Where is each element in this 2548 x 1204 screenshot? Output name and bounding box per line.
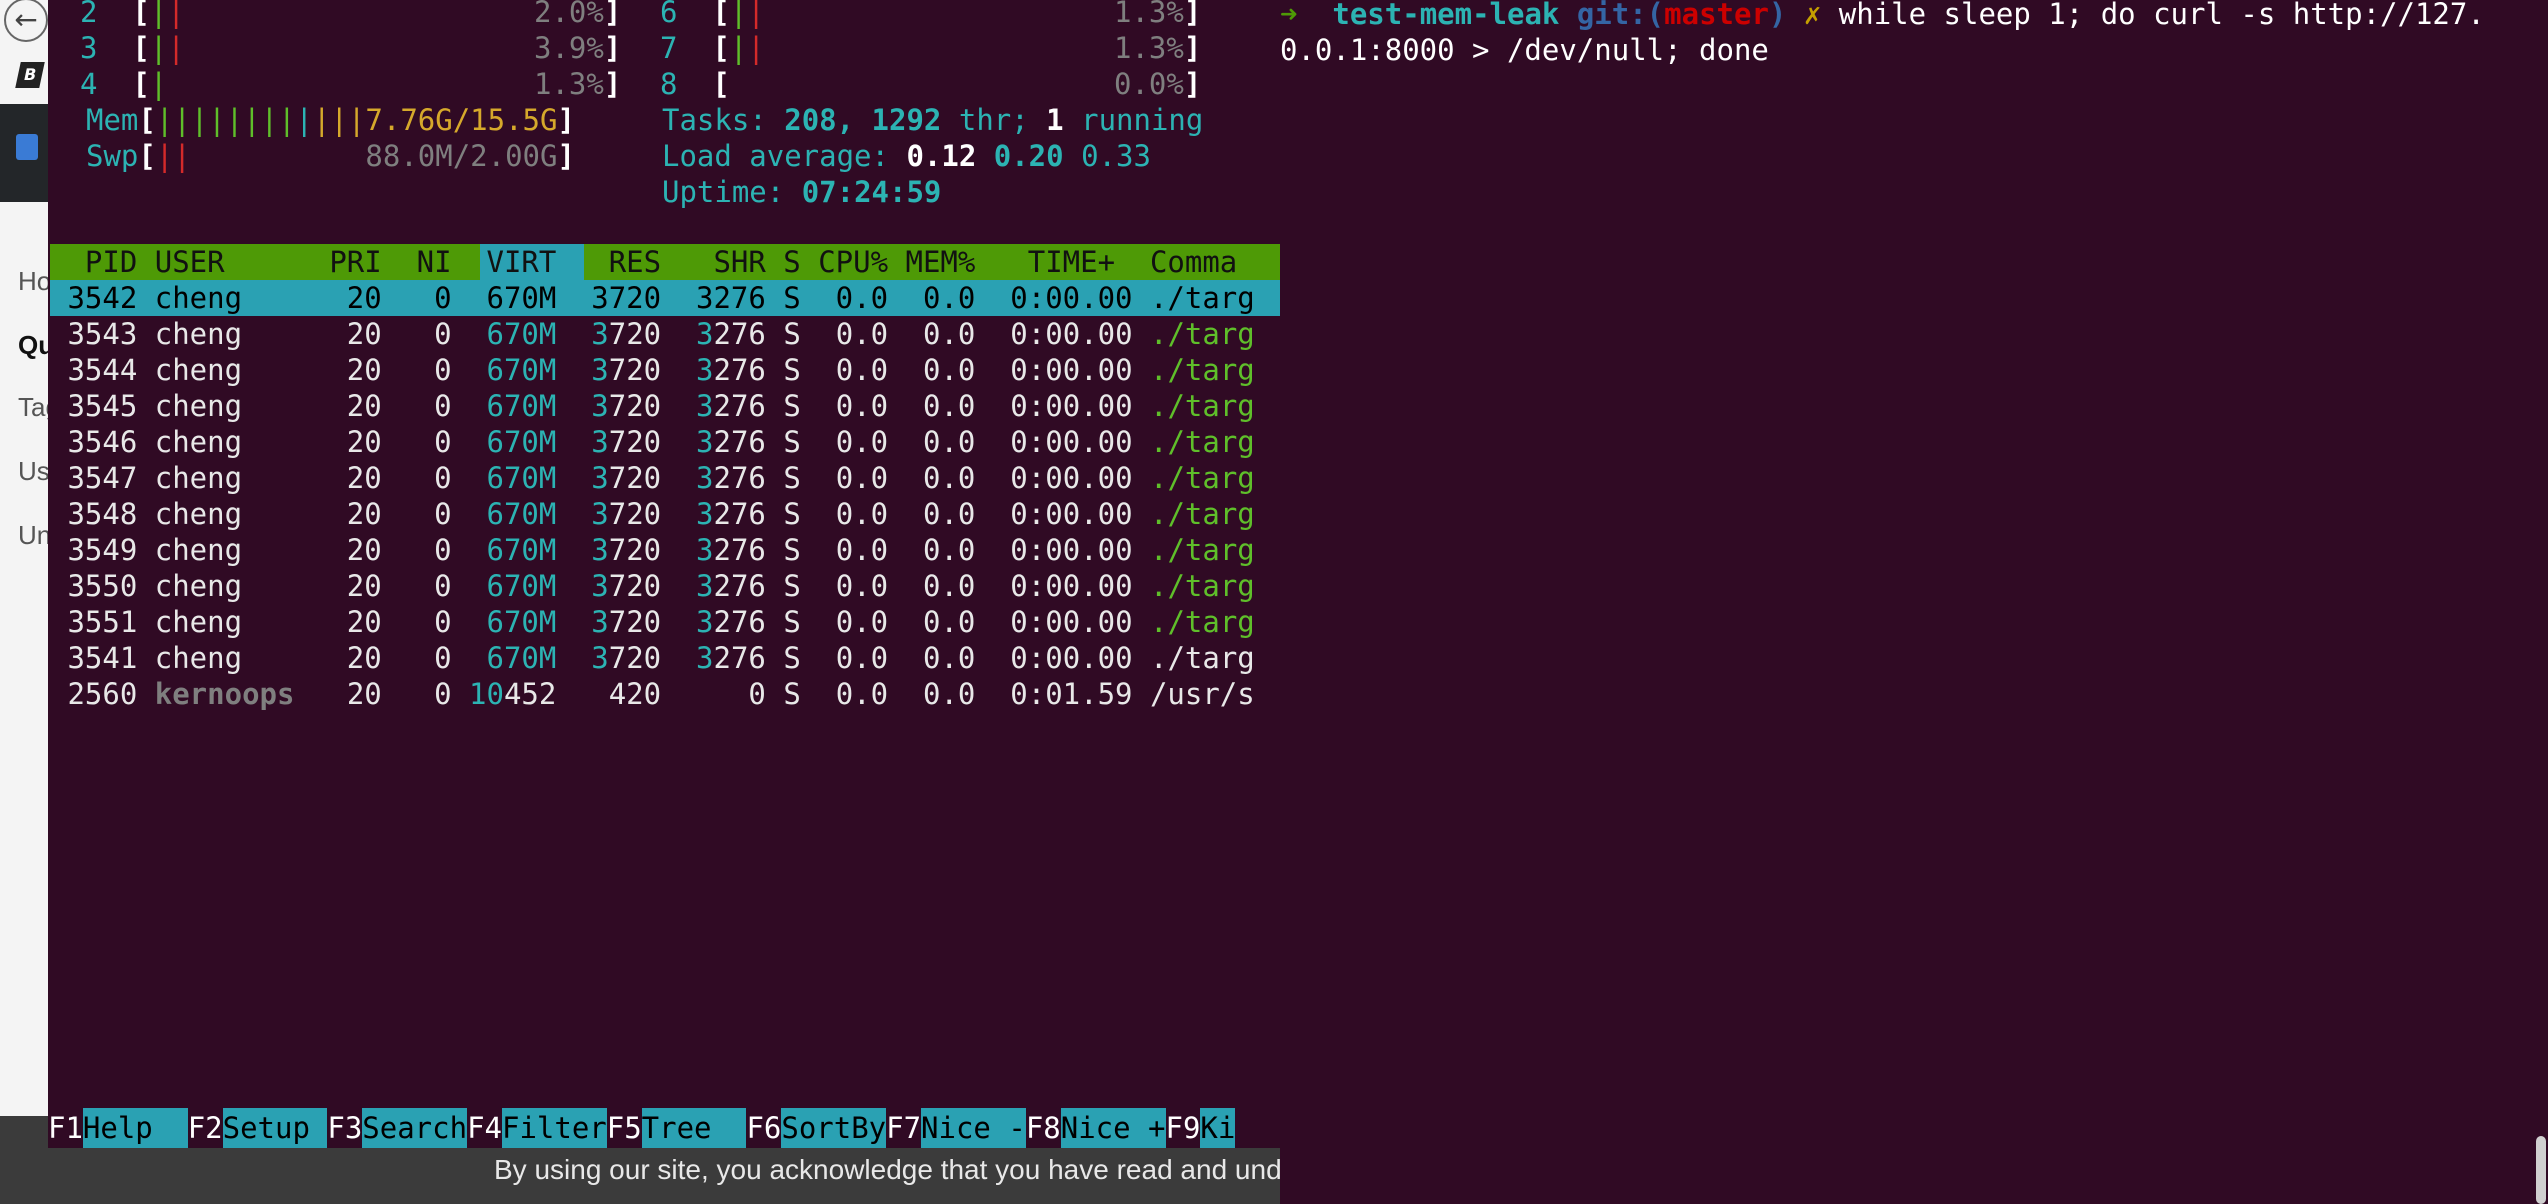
cpu-meter-3: 3 [|| 3.9%] — [80, 31, 622, 65]
process-row-text: 3549 cheng 20 0 670M 3720 3276 S 0.0 0.0… — [50, 533, 1255, 567]
fkey-label[interactable]: Tree — [641, 1108, 747, 1148]
process-row[interactable]: 3549 cheng 20 0 670M 3720 3276 S 0.0 0.0… — [50, 532, 1280, 568]
process-row-text: 3545 cheng 20 0 670M 3720 3276 S 0.0 0.0… — [50, 389, 1255, 423]
process-row-text: 3546 cheng 20 0 670M 3720 3276 S 0.0 0.0… — [50, 425, 1255, 459]
tasks-summary: Tasks: 208, 1292 thr; 1 running — [662, 103, 1204, 137]
process-row-text: 3550 cheng 20 0 670M 3720 3276 S 0.0 0.0… — [50, 569, 1255, 603]
back-arrow-icon[interactable]: ← — [4, 0, 48, 42]
fkey-label[interactable]: Nice - — [921, 1108, 1026, 1148]
fkey-f3[interactable]: F3 — [327, 1111, 362, 1145]
process-row[interactable]: 3547 cheng 20 0 670M 3720 3276 S 0.0 0.0… — [50, 460, 1280, 496]
process-row-text: 3547 cheng 20 0 670M 3720 3276 S 0.0 0.0… — [50, 461, 1255, 495]
process-row[interactable]: 3545 cheng 20 0 670M 3720 3276 S 0.0 0.0… — [50, 388, 1280, 424]
uptime: Uptime: 07:24:59 — [662, 175, 942, 209]
process-row[interactable]: 3550 cheng 20 0 670M 3720 3276 S 0.0 0.0… — [50, 568, 1280, 604]
shell-prompt-line: ➜ test-mem-leak git:(master) ✗ while sle… — [1280, 0, 2485, 31]
nav-item-tags[interactable]: Tag — [18, 392, 48, 423]
prompt-directory: test-mem-leak — [1332, 0, 1560, 31]
process-row-text: 3542 cheng 20 0 670M 3720 3276 S 0.0 0.0… — [50, 281, 1255, 315]
process-row-text: 3541 cheng 20 0 670M 3720 3276 S 0.0 0.0… — [50, 641, 1255, 675]
cpu-meter-4: 4 [| 1.3%] — [80, 67, 622, 101]
cpu-meter-6: 6 [|| 1.3%] — [660, 0, 1202, 29]
cpu-meter-2: 2 [|| 2.0%] — [80, 0, 622, 29]
menu-icon[interactable] — [16, 134, 38, 160]
nav-item-unanswered[interactable]: Un — [18, 520, 48, 551]
fkey-label[interactable]: Setup — [222, 1108, 328, 1148]
htop-pane[interactable]: 2 [|| 2.0%] 3 [|| 3.9%] 4 [| 1.3%] 6 [||… — [48, 0, 1280, 1148]
fkey-label[interactable]: Nice + — [1060, 1108, 1166, 1148]
fkey-label[interactable]: Ki — [1200, 1108, 1236, 1148]
column-headers[interactable]: PID USER PRI NI VIRT RES SHR S CPU% MEM%… — [50, 244, 1237, 280]
process-row-text: 2560 kernoops 20 0 10452 420 0 S 0.0 0.0… — [50, 677, 1255, 711]
cpu-meter-7: 7 [|| 1.3%] — [660, 31, 1202, 65]
fkey-label[interactable]: Help — [82, 1108, 188, 1148]
process-row[interactable]: 3546 cheng 20 0 670M 3720 3276 S 0.0 0.0… — [50, 424, 1280, 460]
swap-meter: Swp[|| 88.0M/2.00G] — [86, 139, 575, 173]
fkey-f6[interactable]: F6 — [746, 1111, 781, 1145]
fkey-label[interactable]: SortBy — [781, 1108, 887, 1148]
fkey-label[interactable]: Search — [362, 1108, 468, 1148]
process-row[interactable]: 3548 cheng 20 0 670M 3720 3276 S 0.0 0.0… — [50, 496, 1280, 532]
process-row-text: 3544 cheng 20 0 670M 3720 3276 S 0.0 0.0… — [50, 353, 1255, 387]
site-topbar — [0, 104, 48, 202]
fkey-f4[interactable]: F4 — [467, 1111, 502, 1145]
process-row[interactable]: 3541 cheng 20 0 670M 3720 3276 S 0.0 0.0… — [50, 640, 1280, 676]
cookie-banner-text: By using our site, you acknowledge that … — [494, 1154, 1360, 1185]
fkey-f5[interactable]: F5 — [607, 1111, 642, 1145]
prompt-arrow-icon: ➜ — [1280, 0, 1298, 31]
function-key-bar[interactable]: F1Help F2Setup F3SearchF4FilterF5Tree F6… — [48, 1108, 1236, 1148]
load-average: Load average: 0.12 0.20 0.33 — [662, 139, 1151, 173]
process-row[interactable]: 2560 kernoops 20 0 10452 420 0 S 0.0 0.0… — [50, 676, 1280, 712]
process-row[interactable]: 3544 cheng 20 0 670M 3720 3276 S 0.0 0.0… — [50, 352, 1280, 388]
git-dirty-icon: ✗ — [1803, 0, 1822, 31]
fkey-f7[interactable]: F7 — [886, 1111, 921, 1145]
process-row[interactable]: 3551 cheng 20 0 670M 3720 3276 S 0.0 0.0… — [50, 604, 1280, 640]
site-logo-icon: B — [15, 62, 45, 88]
nav-item-users[interactable]: Us — [18, 456, 48, 487]
shell-command-continued: 0.0.1:8000 > /dev/null; done — [1280, 33, 1769, 67]
fkey-f9[interactable]: F9 — [1166, 1111, 1201, 1145]
shell-command: while sleep 1; do curl -s http://127. — [1838, 0, 2485, 31]
prompt-git-branch: master — [1664, 0, 1769, 31]
fkey-label[interactable]: Filter — [501, 1108, 607, 1148]
shell-pane[interactable]: ➜ test-mem-leak git:(master) ✗ while sle… — [1280, 0, 2548, 1204]
process-row-text: 3543 cheng 20 0 670M 3720 3276 S 0.0 0.0… — [50, 317, 1255, 351]
cpu-meter-8: 8 [ 0.0%] — [660, 67, 1202, 101]
fkey-f1[interactable]: F1 — [48, 1111, 83, 1145]
process-row-text: 3548 cheng 20 0 670M 3720 3276 S 0.0 0.0… — [50, 497, 1255, 531]
process-row-text: 3551 cheng 20 0 670M 3720 3276 S 0.0 0.0… — [50, 605, 1255, 639]
fkey-f8[interactable]: F8 — [1026, 1111, 1061, 1145]
fkey-f2[interactable]: F2 — [188, 1111, 223, 1145]
process-table-header[interactable]: PID USER PRI NI VIRT RES SHR S CPU% MEM%… — [50, 244, 1280, 280]
nav-item-questions[interactable]: Qu — [18, 330, 48, 361]
process-row[interactable]: 3542 cheng 20 0 670M 3720 3276 S 0.0 0.0… — [50, 280, 1280, 316]
nav-item-home[interactable]: Ho — [18, 266, 48, 297]
shell-scrollbar[interactable] — [2536, 1136, 2546, 1204]
mem-meter: Mem[||||||||||||7.76G/15.5G] — [86, 103, 575, 137]
background-web-page: ← B Ho Qu Tag Us Un — [0, 0, 48, 1116]
process-row[interactable]: 3543 cheng 20 0 670M 3720 3276 S 0.0 0.0… — [50, 316, 1280, 352]
